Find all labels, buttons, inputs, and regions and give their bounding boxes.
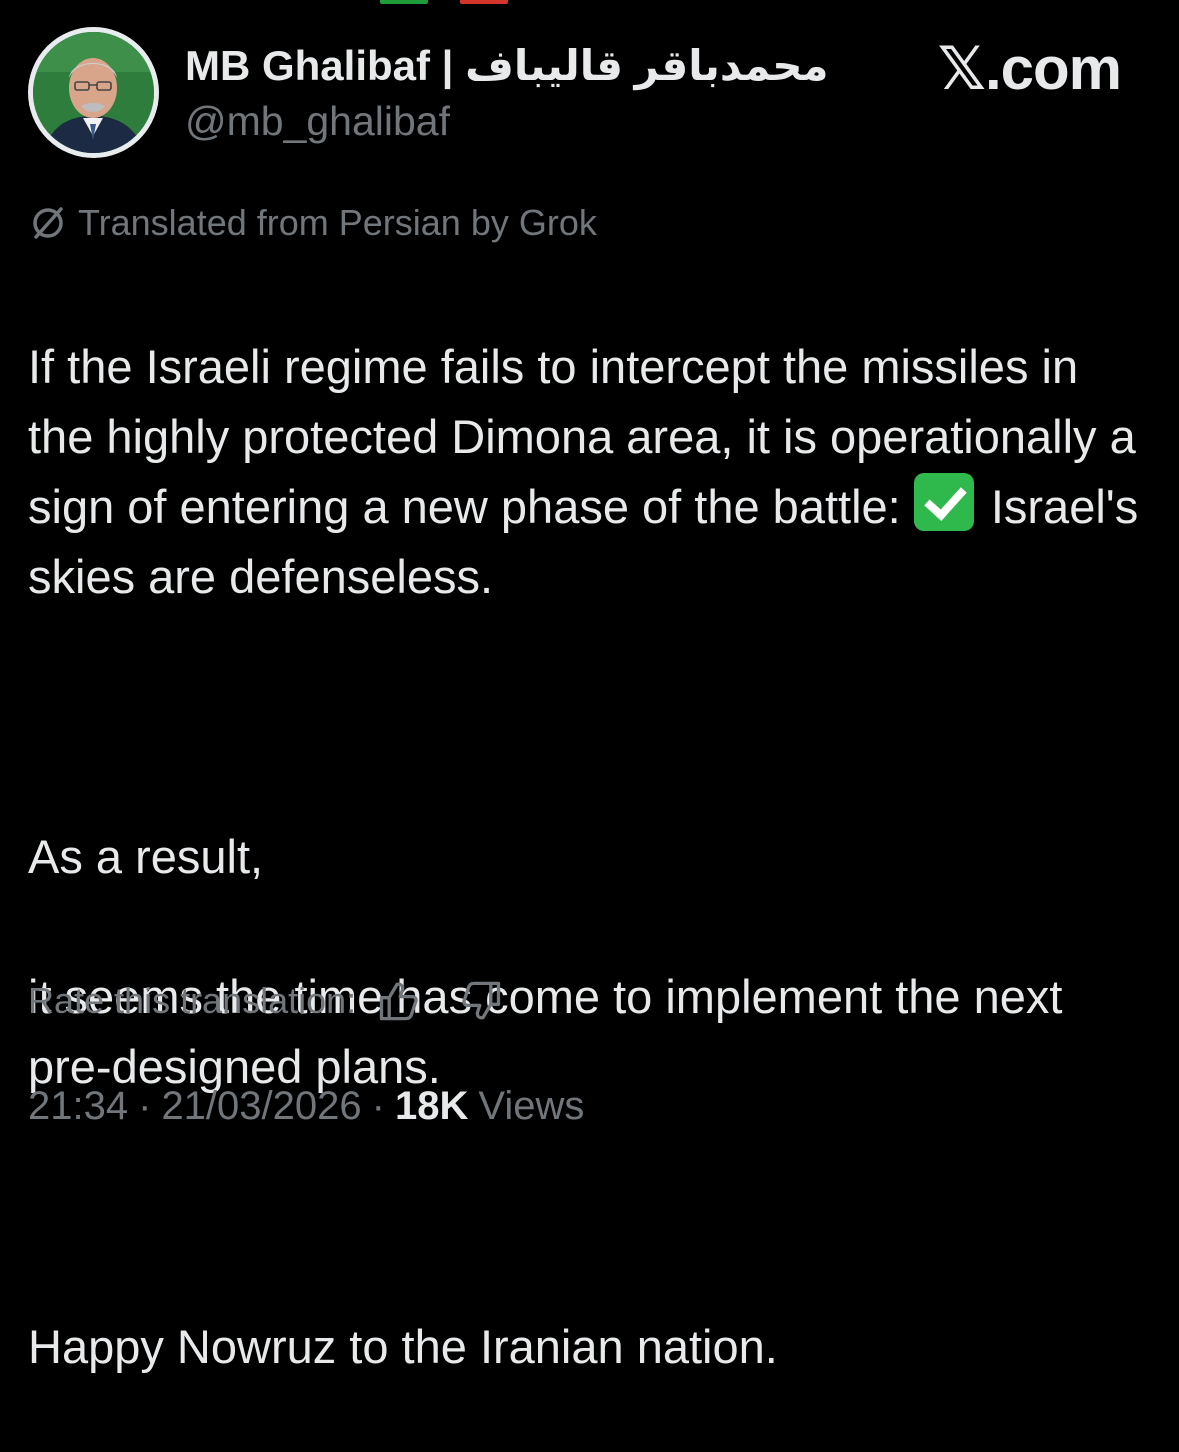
tweet-meta: 21:34 · 21/03/2026 · 18K Views — [28, 1080, 584, 1132]
grok-icon — [28, 203, 68, 243]
tweet-paragraph-3: Happy Nowruz to the Iranian nation. — [28, 1320, 778, 1373]
thumbs-up-icon — [380, 982, 418, 1021]
tweet-time[interactable]: 21:34 — [28, 1084, 128, 1129]
x-com-watermark: 𝕏.com — [937, 35, 1122, 102]
rate-translation-row: Rate this translation: — [28, 976, 506, 1026]
avatar[interactable] — [28, 27, 159, 158]
translation-notice-text: Translated from Persian by Grok — [78, 202, 597, 243]
views-count[interactable]: 18K — [395, 1084, 468, 1129]
thumbs-up-button[interactable] — [374, 977, 422, 1025]
tweet-paragraph-2-line-1: As a result, — [28, 830, 264, 883]
rate-translation-label: Rate this translation: — [28, 980, 357, 1021]
meta-separator: · — [138, 1083, 152, 1128]
strip-red-mark — [460, 0, 508, 4]
views-label: Views — [478, 1083, 585, 1128]
thumbs-down-icon — [462, 981, 501, 1020]
user-handle[interactable]: @mb_ghalibaf — [185, 96, 450, 146]
tweet-text: If the Israeli regime fails to intercept… — [28, 262, 1148, 1452]
profile-photo-icon — [33, 32, 154, 153]
thumbs-down-button[interactable] — [458, 977, 506, 1025]
meta-separator: · — [371, 1083, 385, 1128]
strip-green-mark — [380, 0, 428, 4]
translation-notice: Translated from Persian by Grok — [28, 200, 597, 246]
tweet-paragraph-1: If the Israeli regime fails to intercept… — [28, 332, 1148, 612]
check-mark-button-icon — [913, 473, 974, 531]
tweet-date[interactable]: 21/03/2026 — [161, 1084, 361, 1129]
top-color-strip — [0, 0, 1179, 4]
display-name[interactable]: MB Ghalibaf | محمدباقر قالیباف — [185, 40, 829, 92]
